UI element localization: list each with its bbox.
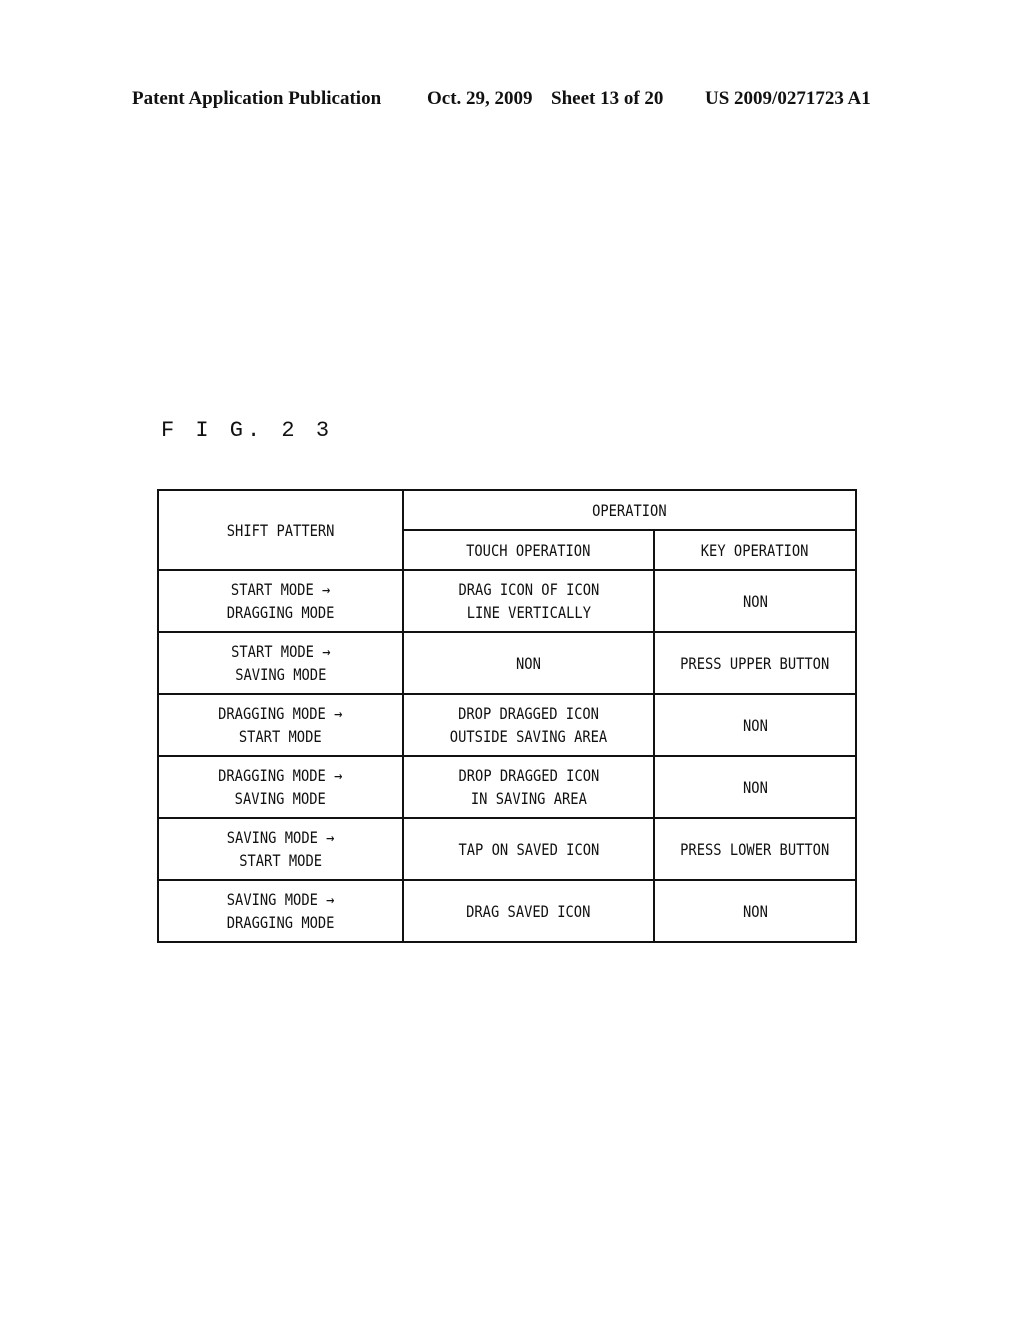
table-row: SAVING MODE → START MODE TAP ON SAVED IC… xyxy=(157,817,858,881)
cell-touch-operation: NON xyxy=(402,631,655,695)
table-row: SAVING MODE → DRAGGING MODE DRAG SAVED I… xyxy=(157,879,858,943)
cell-touch-operation: DRAG SAVED ICON xyxy=(402,879,655,943)
header-shift-pattern: SHIFT PATTERN xyxy=(157,489,404,571)
cell-shift-pattern: DRAGGING MODE → START MODE xyxy=(157,693,404,757)
cell-key-operation: PRESS UPPER BUTTON xyxy=(652,631,858,695)
table-row: DRAGGING MODE → SAVING MODE DROP DRAGGED… xyxy=(157,755,858,819)
patent-number: US 2009/0271723 A1 xyxy=(705,88,871,109)
cell-touch-operation: DROP DRAGGED ICON IN SAVING AREA xyxy=(402,755,655,819)
cell-touch-operation: DRAG ICON OF ICON LINE VERTICALLY xyxy=(402,569,655,633)
header-row: SHIFT PATTERN OPERATION xyxy=(157,489,858,571)
cell-shift-pattern: DRAGGING MODE → SAVING MODE xyxy=(157,755,404,819)
cell-key-operation: NON xyxy=(652,693,858,757)
cell-key-operation: NON xyxy=(652,879,858,943)
sheet-number: Sheet 13 of 20 xyxy=(551,88,664,109)
header-operation: OPERATION xyxy=(401,489,858,531)
cell-key-operation: PRESS LOWER BUTTON xyxy=(652,817,858,881)
cell-shift-pattern: START MODE → SAVING MODE xyxy=(157,631,404,695)
table-row: START MODE → DRAGGING MODE DRAG ICON OF … xyxy=(157,569,858,633)
cell-shift-pattern: SAVING MODE → START MODE xyxy=(157,817,404,881)
cell-shift-pattern: SAVING MODE → DRAGGING MODE xyxy=(157,879,404,943)
header-key-operation: KEY OPERATION xyxy=(652,529,858,571)
cell-touch-operation: DROP DRAGGED ICON OUTSIDE SAVING AREA xyxy=(402,693,655,757)
table-row: START MODE → SAVING MODE NON PRESS UPPER… xyxy=(157,631,858,695)
shift-pattern-table: SHIFT PATTERN OPERATION TOUCH OPERATION … xyxy=(157,489,858,943)
cell-touch-operation: TAP ON SAVED ICON xyxy=(402,817,655,881)
figure-label: F I G. 2 3 xyxy=(161,418,334,443)
cell-key-operation: NON xyxy=(652,755,858,819)
cell-key-operation: NON xyxy=(652,569,858,633)
publication-date: Oct. 29, 2009 xyxy=(427,88,533,109)
publication-title: Patent Application Publication xyxy=(132,88,382,109)
header-touch-operation: TOUCH OPERATION xyxy=(402,529,655,571)
table-row: DRAGGING MODE → START MODE DROP DRAGGED … xyxy=(157,693,858,757)
cell-shift-pattern: START MODE → DRAGGING MODE xyxy=(157,569,404,633)
page-header: Patent Application Publication Oct. 29, … xyxy=(0,88,1024,116)
